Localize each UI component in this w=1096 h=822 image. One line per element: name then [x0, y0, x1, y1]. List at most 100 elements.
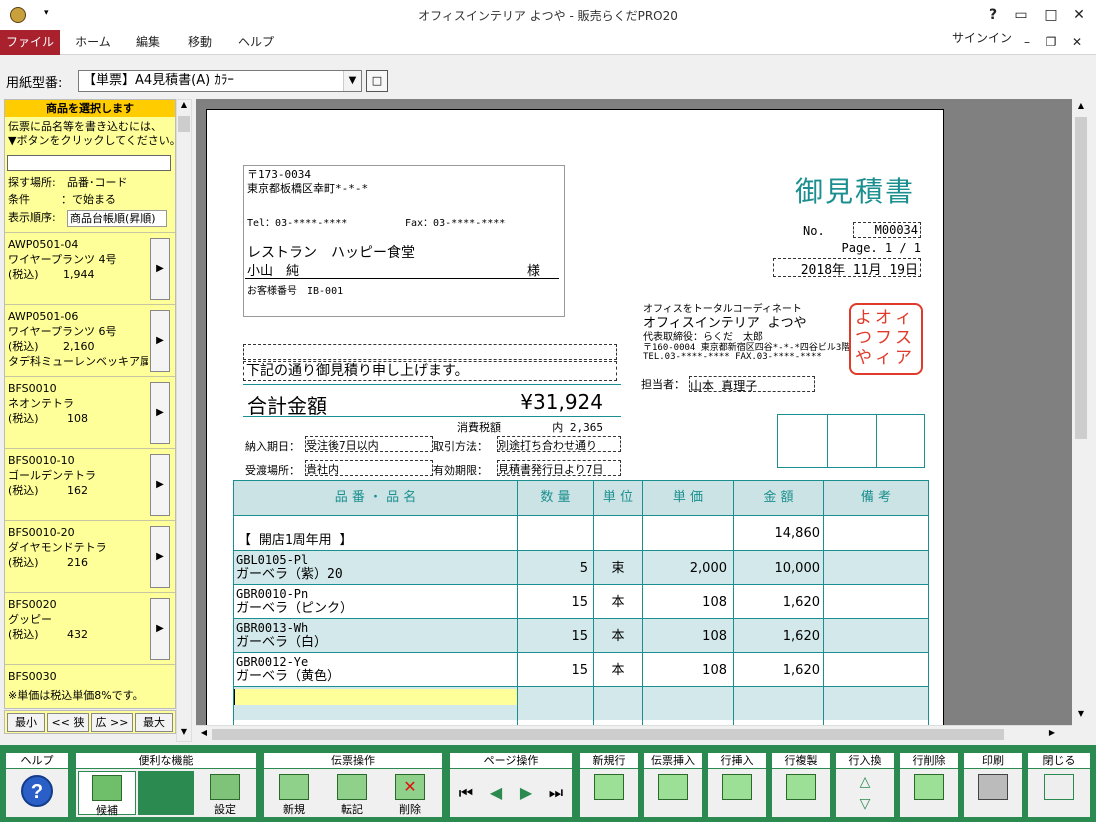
product-tax: (税込)	[8, 556, 39, 569]
duplicate-row-icon[interactable]	[772, 771, 830, 815]
settings-button[interactable]: 設定	[196, 771, 254, 816]
tax-label: 消費税額	[457, 421, 501, 434]
insert-row-icon[interactable]	[708, 771, 766, 815]
seal-graphic: よ つ や オ フ ィ ィ ス ア	[855, 308, 912, 368]
help-big-button[interactable]: ?	[10, 771, 64, 815]
printer-icon[interactable]	[964, 771, 1022, 815]
max-width-button[interactable]: 最大	[135, 713, 173, 732]
scroll-down-icon[interactable]: ▼	[1074, 709, 1088, 723]
insert-arrow-icon[interactable]: ▶	[150, 238, 170, 300]
minimize-icon[interactable]: –	[1016, 30, 1038, 55]
document-hscrollbar[interactable]: ◀ ▶	[196, 725, 1072, 742]
product-item[interactable]: BFS0020 グッピー (税込) 432 ▶	[5, 592, 175, 664]
group-new-row[interactable]: 新規行	[580, 753, 638, 817]
paper-type-select[interactable]: 【単票】A4見積書(A) ｶﾗｰ ▼	[78, 70, 362, 92]
group-label: 行削除	[900, 753, 958, 769]
row-amount: 10,000	[774, 561, 821, 576]
product-price: 432	[67, 628, 88, 641]
tab-edit[interactable]: 編集	[126, 30, 170, 55]
scroll-up-icon[interactable]: ▲	[1074, 101, 1088, 115]
tab-file[interactable]: ファイル	[0, 30, 60, 55]
stamp-divider	[827, 415, 828, 467]
new-row-icon[interactable]	[580, 771, 638, 815]
group-close[interactable]: 閉じる	[1028, 753, 1090, 817]
settings-label: 設定	[214, 803, 236, 816]
insert-arrow-icon[interactable]: ▶	[150, 598, 170, 660]
next-page-button[interactable]: ▶	[512, 771, 540, 815]
product-code: BFS0010-10	[8, 454, 75, 467]
narrow-button[interactable]: << 狭	[47, 713, 89, 732]
scroll-down-icon[interactable]: ▼	[177, 727, 191, 741]
chevron-down-icon[interactable]: ▼	[343, 71, 361, 91]
delete-row-icon[interactable]	[900, 771, 958, 815]
product-search-input[interactable]	[7, 155, 171, 171]
product-price: 162	[67, 484, 88, 497]
insert-arrow-icon[interactable]: ▶	[150, 382, 170, 444]
tab-move[interactable]: 移動	[178, 30, 222, 55]
product-item[interactable]: BFS0010 ネオンテトラ (税込) 108 ▶	[5, 376, 175, 448]
scroll-thumb[interactable]	[1075, 117, 1087, 439]
min-width-button[interactable]: 最小	[7, 713, 45, 732]
signin-link[interactable]: サインイン	[952, 26, 1012, 51]
transfer-button[interactable]: 転記	[324, 771, 380, 816]
ribbon-tabs: ファイル ホーム 編集 移動 ヘルプ サインイン – ❐ ✕	[0, 30, 1096, 55]
product-name: ワイヤープランツ 6号	[8, 325, 117, 338]
restore-icon[interactable]: ❐	[1040, 30, 1062, 55]
product-name: ネオンテトラ	[8, 397, 74, 410]
scroll-up-icon[interactable]: ▲	[177, 100, 191, 114]
close-doc-icon[interactable]: ✕	[1066, 30, 1088, 55]
widen-button[interactable]: 広 >>	[91, 713, 133, 732]
group-duplicate-row[interactable]: 行複製	[772, 753, 830, 817]
swap-down-icon[interactable]: ▽	[836, 793, 894, 815]
delete-slip-button[interactable]: ✕ 削除	[382, 771, 438, 816]
new-slip-button[interactable]: 新規	[266, 771, 322, 816]
ribbon-display-icon[interactable]: ▭	[1008, 4, 1034, 26]
insert-arrow-icon[interactable]: ▶	[150, 454, 170, 516]
product-price: 216	[67, 556, 88, 569]
customer-number: お客様番号 IB-001	[247, 286, 344, 297]
condition-value[interactable]: ：で始まる	[61, 193, 116, 207]
paper-type-button[interactable]: □	[366, 70, 388, 92]
insert-slip-icon[interactable]	[644, 771, 702, 815]
bottom-toolbar: ヘルプ ? 便利な機能 候補 設定 伝票操作 新規 転記 ✕ 削除 ページ操作 …	[0, 745, 1096, 822]
product-item[interactable]: AWP0501-06 ワイヤープランツ 6号 (税込) 2,160 タデ科ミュー…	[5, 304, 175, 376]
col-qty: 数 量	[540, 490, 571, 505]
group-label: 閉じる	[1028, 753, 1090, 769]
group-print[interactable]: 印刷	[964, 753, 1022, 817]
help-button[interactable]: ?	[980, 4, 1006, 26]
prev-page-button[interactable]: ◀	[482, 771, 510, 815]
customer-tel: Tel：03-****-****	[247, 218, 348, 229]
group-swap-row[interactable]: 行入換 △ ▽	[836, 753, 894, 817]
active-cell[interactable]	[234, 689, 517, 705]
product-tax: (税込)	[8, 412, 39, 425]
product-item[interactable]: BFS0010-10 ゴールデンテトラ (税込) 162 ▶	[5, 448, 175, 520]
group-delete-row[interactable]: 行削除	[900, 753, 958, 817]
product-item[interactable]: BFS0030	[5, 664, 175, 684]
scroll-thumb[interactable]	[178, 116, 190, 132]
product-code: BFS0020	[8, 598, 57, 611]
candidate-button[interactable]: 候補	[78, 771, 136, 817]
swap-up-icon[interactable]: △	[836, 771, 894, 793]
panel-scrollbar[interactable]: ▲ ▼	[176, 99, 192, 742]
group-insert-slip[interactable]: 伝票挿入	[644, 753, 702, 817]
last-page-button[interactable]: ⏭	[542, 771, 570, 815]
document-vscrollbar[interactable]: ▲ ▼	[1072, 99, 1090, 725]
insert-arrow-icon[interactable]: ▶	[150, 526, 170, 588]
order-select[interactable]: 商品台帳順(昇順)	[67, 210, 167, 227]
product-item[interactable]: AWP0501-04 ワイヤープランツ 4号 (税込) 1,944 ▶	[5, 232, 175, 304]
scroll-left-icon[interactable]: ◀	[198, 728, 210, 740]
scroll-right-icon[interactable]: ▶	[1046, 728, 1058, 740]
maximize-icon[interactable]: □	[1038, 4, 1064, 26]
tab-home[interactable]: ホーム	[68, 30, 118, 55]
first-page-button[interactable]: ⏮	[452, 771, 480, 815]
insert-arrow-icon[interactable]: ▶	[150, 310, 170, 372]
tab-help[interactable]: ヘルプ	[230, 30, 282, 55]
group-insert-row[interactable]: 行挿入	[708, 753, 766, 817]
product-tax: (税込)	[8, 484, 39, 497]
scroll-thumb[interactable]	[212, 729, 1004, 740]
product-item[interactable]: BFS0010-20 ダイヤモンドテトラ (税込) 216 ▶	[5, 520, 175, 592]
row-code: GBR0012-Ye	[236, 655, 309, 669]
search-place-value[interactable]: 品番･コード	[67, 176, 128, 190]
close-icon[interactable]: ✕	[1066, 4, 1092, 26]
exit-door-icon[interactable]	[1028, 771, 1090, 815]
